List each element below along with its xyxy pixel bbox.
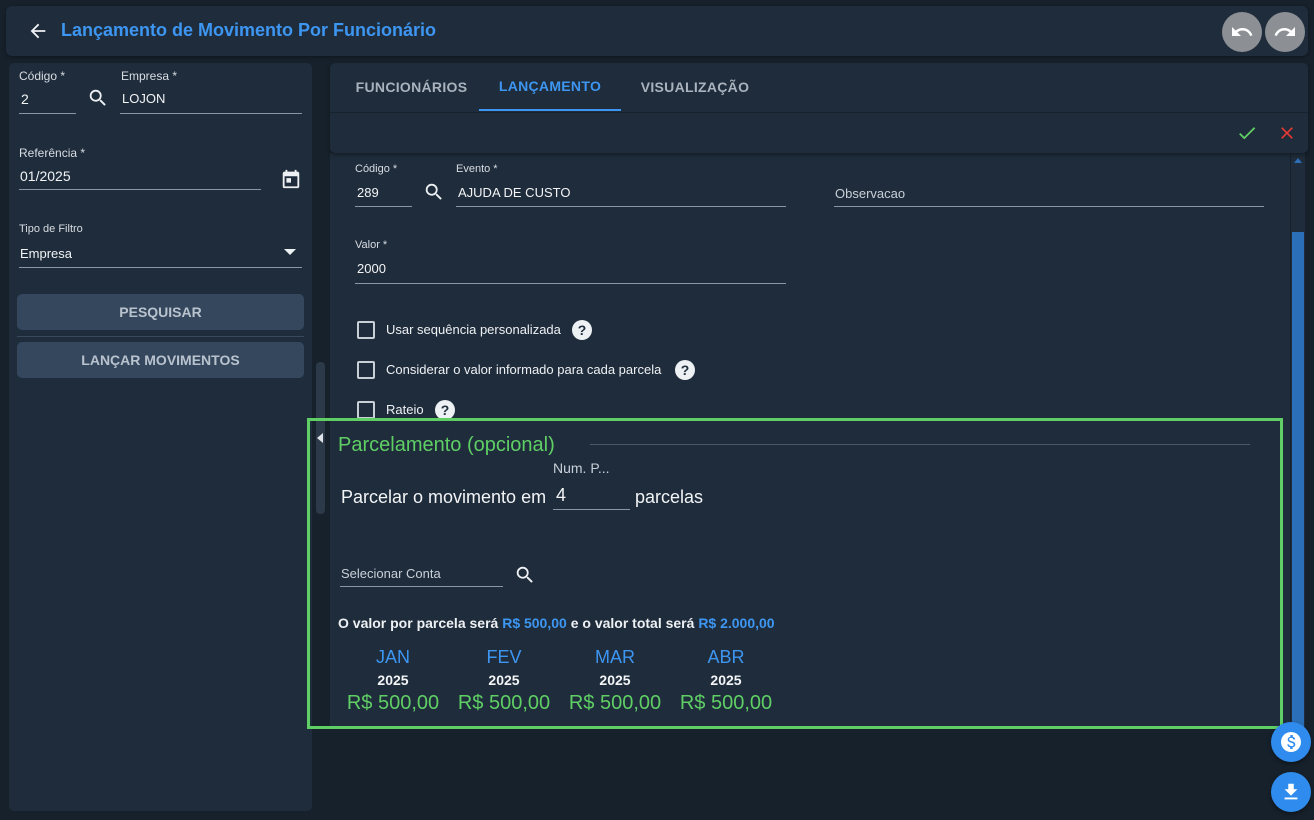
tabs-panel: FUNCIONÁRIOS LANÇAMENTO VISUALIZAÇÃO bbox=[330, 63, 1308, 153]
valor-underline bbox=[355, 283, 786, 284]
evento-codigo-underline bbox=[355, 206, 412, 207]
considerar-checkbox[interactable] bbox=[357, 361, 375, 379]
parcelamento-highlight bbox=[307, 418, 1283, 729]
tab-funcionarios[interactable]: FUNCIONÁRIOS bbox=[344, 63, 479, 111]
rateio-checkbox[interactable] bbox=[357, 401, 375, 419]
close-icon[interactable] bbox=[1275, 121, 1299, 145]
valor-label: Valor * bbox=[355, 239, 388, 251]
filtro-select[interactable]: Empresa bbox=[20, 246, 72, 261]
filtro-label: Tipo de Filtro bbox=[19, 223, 83, 235]
observacao-underline bbox=[834, 206, 1264, 207]
calendar-icon[interactable] bbox=[279, 167, 303, 191]
search-icon[interactable] bbox=[423, 181, 445, 203]
observacao-input[interactable]: Observacao bbox=[835, 186, 905, 201]
rateio-label: Rateio bbox=[386, 402, 424, 417]
tab-visualizacao[interactable]: VISUALIZAÇÃO bbox=[630, 63, 760, 111]
evento-input[interactable]: AJUDA DE CUSTO bbox=[458, 185, 570, 200]
redo-button[interactable] bbox=[1265, 12, 1305, 52]
redo-icon bbox=[1273, 20, 1297, 44]
evento-underline bbox=[456, 206, 786, 207]
tab-lancamento[interactable]: LANÇAMENTO bbox=[479, 63, 621, 111]
back-arrow-icon[interactable] bbox=[24, 17, 52, 45]
help-icon[interactable]: ? bbox=[435, 400, 455, 420]
download-icon bbox=[1280, 781, 1302, 803]
evento-label: Evento * bbox=[456, 163, 498, 175]
codigo-input[interactable]: 2 bbox=[21, 91, 29, 107]
lancar-movimentos-button[interactable]: LANÇAR MOVIMENTOS bbox=[17, 342, 304, 378]
undo-icon bbox=[1230, 20, 1254, 44]
tab-divider bbox=[330, 112, 1308, 113]
right-scrollbar-thumb[interactable] bbox=[1292, 232, 1304, 727]
evento-codigo-label: Código * bbox=[355, 163, 398, 175]
pesquisar-button[interactable]: PESQUISAR bbox=[17, 294, 304, 330]
undo-button[interactable] bbox=[1222, 12, 1262, 52]
valor-input[interactable]: 2000 bbox=[357, 261, 386, 276]
dollar-icon bbox=[1279, 730, 1303, 754]
codigo-underline bbox=[19, 113, 76, 114]
filtro-underline bbox=[19, 267, 302, 268]
referencia-input[interactable]: 01/2025 bbox=[20, 168, 71, 184]
scroll-up-icon[interactable] bbox=[1293, 156, 1303, 164]
considerar-label: Considerar o valor informado para cada p… bbox=[386, 362, 662, 377]
download-button[interactable] bbox=[1271, 772, 1311, 812]
referencia-underline bbox=[19, 189, 261, 190]
top-bar: Lançamento de Movimento Por Funcionário bbox=[6, 6, 1308, 56]
filter-panel: Código * 2 Empresa * LOJON Referência * … bbox=[9, 63, 312, 811]
divider bbox=[17, 336, 304, 337]
empresa-label: Empresa * bbox=[121, 69, 178, 83]
sequencia-checkbox[interactable] bbox=[357, 321, 375, 339]
help-icon[interactable]: ? bbox=[675, 360, 695, 380]
search-icon[interactable] bbox=[87, 87, 109, 109]
empresa-underline bbox=[120, 113, 302, 114]
codigo-label: Código * bbox=[19, 69, 66, 83]
referencia-label: Referência * bbox=[19, 146, 86, 160]
empresa-input[interactable]: LOJON bbox=[122, 91, 165, 106]
check-icon[interactable] bbox=[1235, 121, 1259, 145]
evento-codigo-input[interactable]: 289 bbox=[357, 185, 379, 200]
dollar-button[interactable] bbox=[1271, 722, 1311, 762]
sequencia-label: Usar sequência personalizada bbox=[386, 322, 561, 337]
dropdown-arrow-icon[interactable] bbox=[283, 247, 297, 257]
help-icon[interactable]: ? bbox=[572, 320, 592, 340]
page-title: Lançamento de Movimento Por Funcionário bbox=[61, 20, 437, 40]
